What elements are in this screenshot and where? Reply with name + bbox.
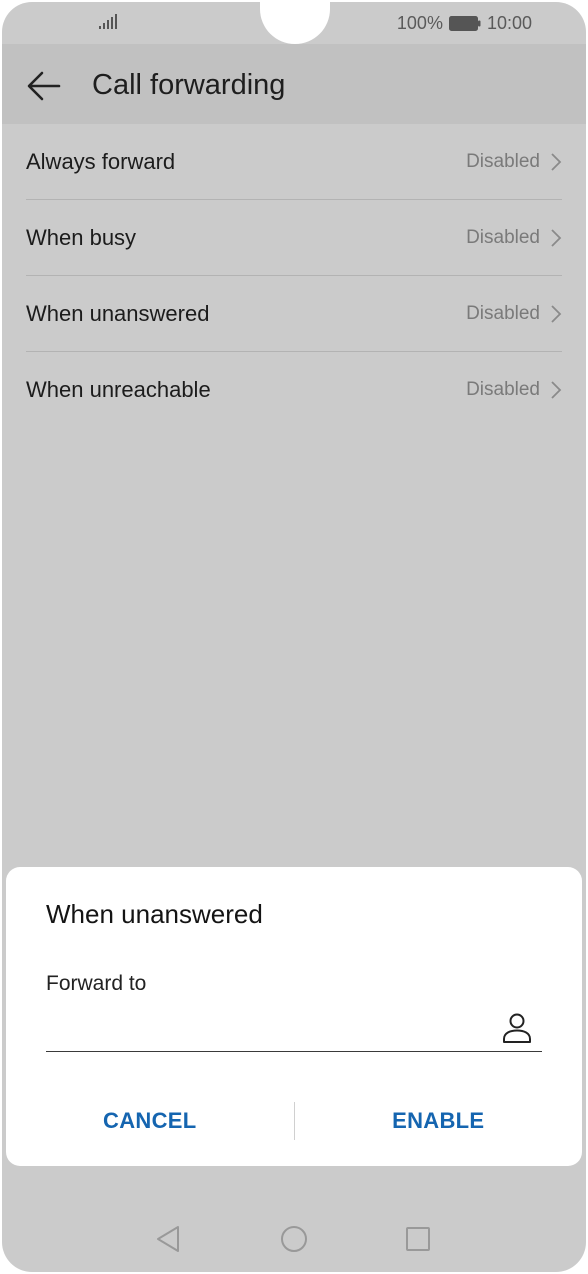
page-title: Call forwarding	[92, 69, 286, 101]
forwarding-list: Always forward Disabled When busy Disabl…	[2, 124, 586, 428]
navigation-bar	[2, 1202, 586, 1272]
item-right: Disabled	[466, 151, 562, 173]
list-item-always-forward[interactable]: Always forward Disabled	[26, 124, 562, 200]
app-header: Call forwarding	[2, 44, 586, 124]
dialog-actions: CANCEL ENABLE	[6, 1097, 582, 1145]
list-item-when-unreachable[interactable]: When unreachable Disabled	[26, 352, 562, 428]
item-label: Always forward	[26, 148, 176, 174]
forward-dialog: When unanswered Forward to CANCEL ENABLE	[6, 867, 582, 1166]
chevron-right-icon	[551, 152, 562, 171]
list-item-when-busy[interactable]: When busy Disabled	[26, 200, 562, 276]
forward-to-input[interactable]	[46, 1002, 542, 1052]
enable-button[interactable]: ENABLE	[295, 1108, 583, 1134]
status-right: 100% 10:00	[397, 13, 532, 34]
item-status: Disabled	[466, 226, 540, 248]
chevron-right-icon	[551, 381, 562, 399]
status-bar: 100% 10:00	[2, 2, 586, 44]
item-right: Disabled	[466, 303, 562, 325]
battery-percent: 100%	[396, 13, 443, 33]
item-status: Disabled	[466, 150, 540, 172]
chevron-right-icon	[551, 304, 562, 323]
person-icon[interactable]	[502, 1012, 532, 1044]
item-status: Disabled	[466, 379, 540, 400]
clock: 10:00	[486, 13, 532, 33]
item-status: Disabled	[466, 302, 540, 324]
item-right: Disabled	[466, 227, 562, 249]
phone-screen: 100% 10:00 Call forwarding Always forwar…	[2, 2, 586, 1272]
battery-icon	[448, 16, 481, 31]
camera-notch	[260, 2, 330, 44]
nav-back-icon[interactable]	[154, 1224, 182, 1254]
back-button[interactable]	[24, 66, 64, 106]
list-item-when-unanswered[interactable]: When unanswered Disabled	[26, 276, 562, 352]
item-label: When unreachable	[26, 377, 211, 402]
item-right: Disabled	[466, 379, 562, 401]
item-label: When busy	[26, 224, 137, 250]
item-label: When unanswered	[26, 300, 210, 326]
nav-home-icon[interactable]	[280, 1224, 308, 1254]
arrow-left-icon	[27, 71, 61, 101]
signal-icon	[99, 14, 117, 29]
forward-to-label: Forward to	[46, 972, 147, 995]
chevron-right-icon	[551, 228, 562, 247]
cancel-button[interactable]: CANCEL	[6, 1108, 294, 1134]
dialog-title: When unanswered	[46, 899, 263, 929]
nav-recent-icon[interactable]	[404, 1224, 432, 1254]
